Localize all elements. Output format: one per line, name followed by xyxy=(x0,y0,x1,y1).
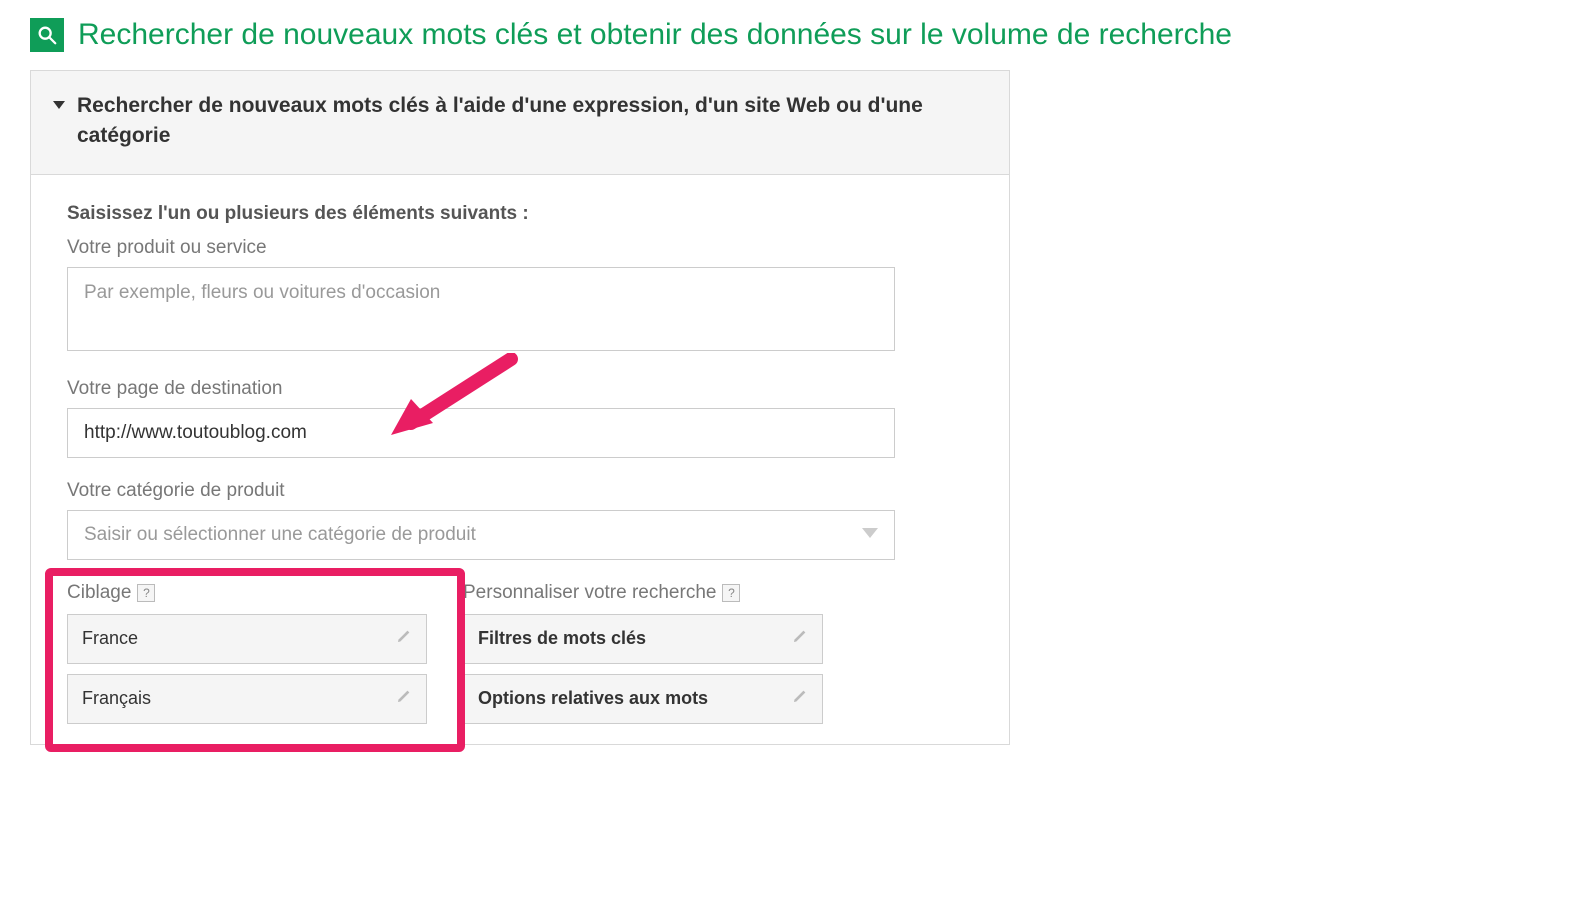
category-label: Votre catégorie de produit xyxy=(67,480,973,502)
pencil-icon xyxy=(792,628,808,649)
accordion-body: Saisissez l'un ou plusieurs des éléments… xyxy=(31,175,1009,744)
customize-row-options[interactable]: Options relatives aux mots xyxy=(463,674,823,724)
category-field-group: Votre catégorie de produit Saisir ou sél… xyxy=(67,480,973,560)
customize-title: Personnaliser votre recherche xyxy=(463,582,716,604)
category-placeholder: Saisir ou sélectionner une catégorie de … xyxy=(84,524,476,546)
targeting-column: Ciblage ? France Français xyxy=(67,582,427,734)
customize-options-label: Options relatives aux mots xyxy=(478,688,708,709)
accordion-title: Rechercher de nouveaux mots clés à l'aid… xyxy=(77,91,947,152)
product-field-group: Votre produit ou service xyxy=(67,237,973,356)
landing-input[interactable] xyxy=(67,408,895,458)
targeting-language-value: Français xyxy=(82,688,151,709)
page-title: Rechercher de nouveaux mots clés et obte… xyxy=(78,18,1232,52)
customize-column: Personnaliser votre recherche ? Filtres … xyxy=(463,582,823,734)
targeting-row-location[interactable]: France xyxy=(67,614,427,664)
landing-label: Votre page de destination xyxy=(67,378,973,400)
help-icon[interactable]: ? xyxy=(722,584,740,602)
chevron-down-icon xyxy=(862,524,878,546)
page-title-row: Rechercher de nouveaux mots clés et obte… xyxy=(30,18,1557,52)
search-icon xyxy=(30,18,64,52)
caret-down-icon xyxy=(53,98,65,116)
targeting-location-value: France xyxy=(82,628,138,649)
landing-field-group: Votre page de destination xyxy=(67,378,973,458)
customize-filters-label: Filtres de mots clés xyxy=(478,628,646,649)
targeting-title-row: Ciblage ? xyxy=(67,582,427,604)
main-panel: Rechercher de nouveaux mots clés à l'aid… xyxy=(30,70,1010,745)
customize-title-row: Personnaliser votre recherche ? xyxy=(463,582,823,604)
product-input[interactable] xyxy=(67,267,895,351)
pencil-icon xyxy=(792,688,808,709)
category-select[interactable]: Saisir ou sélectionner une catégorie de … xyxy=(67,510,895,560)
help-icon[interactable]: ? xyxy=(137,584,155,602)
pencil-icon xyxy=(396,628,412,649)
product-label: Votre produit ou service xyxy=(67,237,973,259)
targeting-row-language[interactable]: Français xyxy=(67,674,427,724)
targeting-title: Ciblage xyxy=(67,582,131,604)
section-lead: Saisissez l'un ou plusieurs des éléments… xyxy=(67,203,973,225)
accordion-header[interactable]: Rechercher de nouveaux mots clés à l'aid… xyxy=(31,71,1009,175)
pencil-icon xyxy=(396,688,412,709)
customize-row-filters[interactable]: Filtres de mots clés xyxy=(463,614,823,664)
